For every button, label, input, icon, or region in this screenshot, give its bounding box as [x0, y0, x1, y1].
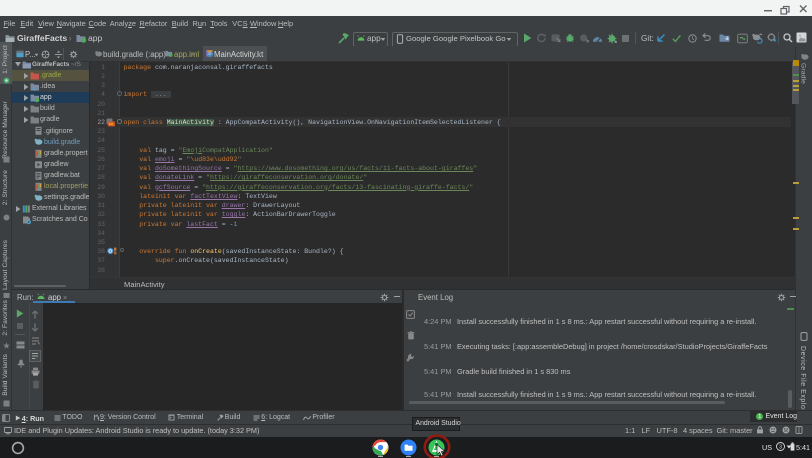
- svg-text:3: 3: [779, 444, 782, 450]
